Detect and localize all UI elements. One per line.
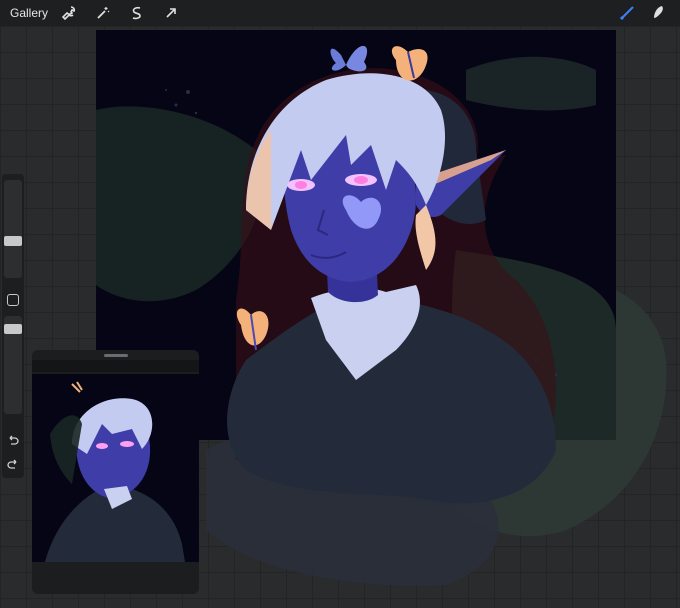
modify-button[interactable]: [7, 294, 19, 306]
brush-icon[interactable]: [616, 2, 638, 24]
wrench-icon[interactable]: [58, 2, 80, 24]
magic-wand-icon[interactable]: [92, 2, 114, 24]
reference-image: [32, 374, 199, 570]
selection-icon[interactable]: [126, 2, 148, 24]
brush-size-slider[interactable]: [4, 180, 22, 278]
redo-icon[interactable]: [5, 456, 21, 472]
left-sidebar: [2, 174, 24, 478]
brush-size-thumb[interactable]: [4, 236, 22, 246]
smudge-icon[interactable]: [648, 2, 670, 24]
transform-arrow-icon[interactable]: [160, 2, 182, 24]
undo-icon[interactable]: [5, 432, 21, 448]
opacity-thumb[interactable]: [4, 324, 22, 334]
reference-footer: [32, 562, 199, 594]
top-toolbar: Gallery: [0, 0, 680, 26]
reference-window[interactable]: [32, 350, 199, 570]
reference-header: [32, 360, 199, 372]
opacity-slider[interactable]: [4, 316, 22, 414]
reference-drag-handle[interactable]: [104, 354, 128, 357]
gallery-button[interactable]: Gallery: [10, 6, 48, 20]
